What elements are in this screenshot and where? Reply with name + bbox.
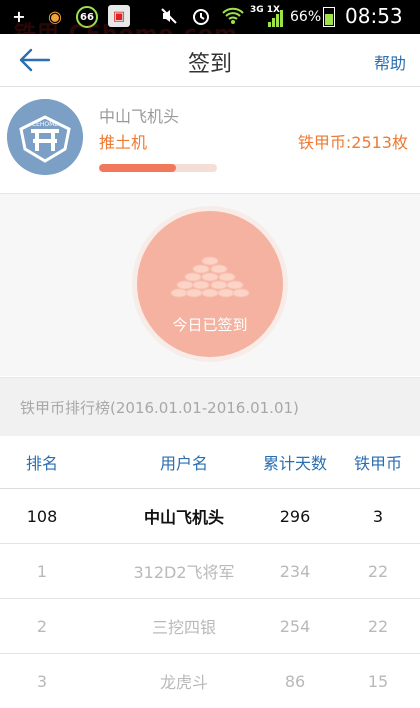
rank-cell: 108 — [26, 506, 58, 526]
days-cell: 234 — [279, 561, 311, 581]
username-cell: 三挖四银 — [151, 618, 216, 637]
help-link[interactable]: 帮助 — [374, 50, 406, 74]
app-store-icon: ▣ — [108, 5, 130, 27]
coin-balance: 铁甲币:2513枚 — [297, 133, 408, 152]
my-ranking-row[interactable]: 108 中山飞机头 296 3 — [0, 489, 420, 544]
avatar[interactable]: CEHOME — [7, 99, 83, 175]
status-bar: + ◉ 66 ▣ 3G 1X 66% 08:53 — [0, 0, 420, 34]
rank-title: 推土机 — [99, 133, 148, 152]
signin-status-label: 今日已签到 — [172, 316, 248, 334]
page-title: 签到 — [187, 52, 232, 77]
username-cell: 312D2飞将军 — [133, 563, 235, 582]
rank-cell: 2 — [36, 616, 48, 636]
coins-cell: 22 — [367, 561, 389, 581]
username-cell: 中山飞机头 — [143, 508, 224, 527]
coin-pile-icon — [170, 256, 250, 298]
table-header-row: 排名 用户名 累计天数 铁甲币 — [0, 436, 420, 489]
coins-cell: 22 — [367, 616, 389, 636]
mute-icon — [158, 5, 180, 27]
notification-count-badge: 66 — [76, 6, 98, 28]
rank-cell: 1 — [36, 561, 48, 581]
table-row[interactable]: 1 312D2飞将军 234 22 — [0, 544, 420, 599]
days-cell: 254 — [279, 616, 311, 636]
ranking-table: 排名 用户名 累计天数 铁甲币 108 中山飞机头 296 3 1 312D2飞… — [0, 436, 420, 708]
column-header-days: 累计天数 — [262, 454, 327, 473]
ranking-header: 铁甲币排行榜(2016.01.01-2016.01.01) — [0, 377, 420, 436]
signin-button[interactable]: 今日已签到 — [137, 211, 283, 357]
app-header: 签到 帮助 — [0, 34, 420, 87]
profile-card: CEHOME 中山飞机头 推土机 铁甲币:2513枚 — [0, 87, 420, 194]
squirrel-app-icon: ◉ — [48, 6, 62, 26]
clock: 08:53 — [345, 4, 403, 28]
level-progress-bar — [99, 164, 217, 172]
svg-text:CEHOME: CEHOME — [32, 121, 58, 128]
alarm-icon — [190, 5, 212, 27]
cehome-logo-icon: CEHOME — [7, 99, 83, 175]
username: 中山飞机头 — [99, 107, 180, 126]
wifi-icon — [222, 5, 244, 27]
table-row[interactable]: 2 三挖四银 254 22 — [0, 599, 420, 654]
battery-icon — [323, 7, 335, 27]
column-header-username: 用户名 — [159, 454, 208, 473]
column-header-coins: 铁甲币 — [353, 454, 402, 473]
signal-icon — [268, 8, 284, 27]
level-progress-fill — [99, 164, 176, 172]
battery-percent: 66% — [290, 9, 322, 25]
ranking-title: 铁甲币排行榜(2016.01.01-2016.01.01) — [20, 399, 299, 417]
days-cell: 296 — [279, 506, 311, 526]
signin-area: 今日已签到 — [0, 194, 420, 376]
column-header-rank: 排名 — [25, 454, 58, 473]
add-notification-icon: + — [12, 6, 26, 26]
coins-cell: 3 — [372, 506, 384, 526]
